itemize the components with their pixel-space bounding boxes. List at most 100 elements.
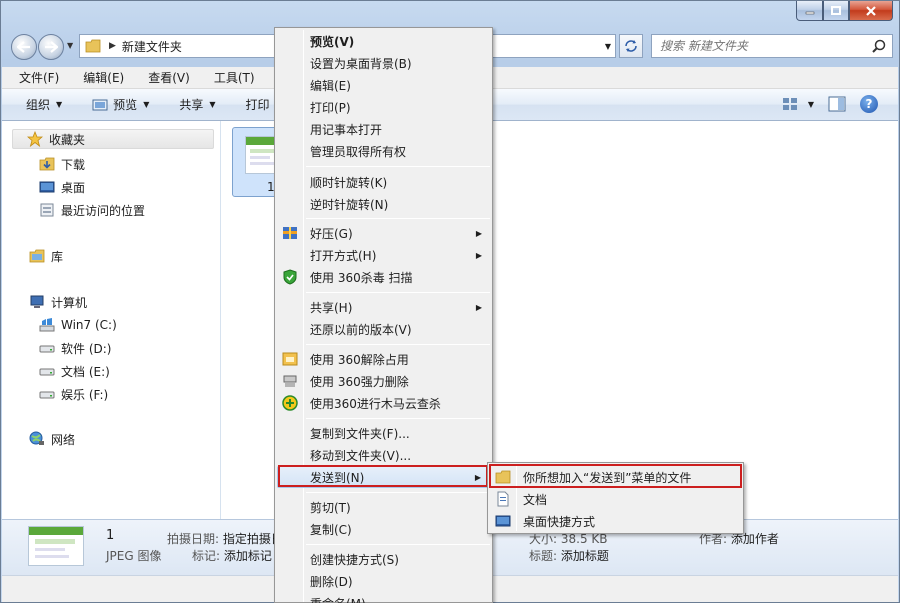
nav-drive-d-label: 软件 (D:) — [61, 341, 112, 356]
menu-item-360-scan[interactable]: 使用 360杀毒 扫描 — [277, 266, 490, 288]
menu-item-label: 顺时针旋转(K) — [310, 175, 388, 190]
menu-item-label: 设置为桌面背景(B) — [310, 56, 412, 71]
recent-pages-dropdown[interactable]: ▼ — [67, 41, 73, 50]
menu-item-take-ownership[interactable]: 管理员取得所有权 — [277, 140, 490, 162]
nav-computer[interactable]: 计算机 — [29, 292, 87, 312]
recent-places-icon — [39, 202, 55, 218]
menu-item-label: 使用 360杀毒 扫描 — [310, 270, 413, 285]
menu-view[interactable]: 查看(V) — [130, 69, 196, 86]
nav-recent[interactable]: 最近访问的位置 — [39, 200, 145, 220]
menu-item-move-to-folder[interactable]: 移动到文件夹(V)... — [277, 444, 490, 466]
menu-item-360-trojan-scan[interactable]: 使用360进行木马云查杀 — [277, 392, 490, 414]
menu-item-cut[interactable]: 剪切(T) — [277, 496, 490, 518]
system-drive-icon — [39, 317, 55, 333]
menu-item-delete[interactable]: 删除(D) — [277, 570, 490, 592]
menu-item-360-unlock[interactable]: 使用 360解除占用 — [277, 348, 490, 370]
submenu-item-label: 文档 — [523, 492, 548, 507]
nav-favorites[interactable]: 收藏夹 — [12, 129, 214, 149]
organize-label: 组织 — [26, 98, 51, 112]
desktop-icon — [39, 179, 55, 195]
menu-item-360-force-delete[interactable]: 使用 360强力删除 — [277, 370, 490, 392]
haozip-icon — [283, 227, 297, 239]
nav-drive-e-label: 文档 (E:) — [61, 364, 110, 379]
minimize-icon — [805, 11, 814, 14]
address-dropdown-icon[interactable]: ▼ — [605, 42, 611, 51]
print-button[interactable]: 打印 — [246, 96, 270, 113]
menu-item-haozip[interactable]: 好压(G) ▶ — [277, 222, 490, 244]
breadcrumb-current[interactable]: 新建文件夹 — [122, 38, 182, 55]
back-arrow-icon — [17, 41, 30, 53]
nav-drive-e[interactable]: 文档 (E:) — [39, 361, 110, 381]
nav-drive-d[interactable]: 软件 (D:) — [39, 338, 111, 358]
caption-buttons — [796, 1, 893, 21]
refresh-button[interactable] — [619, 34, 643, 58]
nav-libraries[interactable]: 库 — [29, 246, 63, 266]
menu-item-preview[interactable]: 预览(V) — [277, 30, 490, 52]
preview-button[interactable]: 预览 ▼ — [92, 96, 149, 113]
change-view-button[interactable]: ▼ — [782, 97, 814, 111]
submenu-item-desktop-shortcut[interactable]: 桌面快捷方式 — [490, 510, 741, 532]
shield-icon — [283, 269, 297, 285]
view-grid-icon — [782, 98, 797, 110]
share-button[interactable]: 共享 ▼ — [179, 96, 215, 113]
close-button[interactable] — [849, 1, 893, 21]
menu-tools[interactable]: 工具(T) — [196, 69, 261, 86]
maximize-button[interactable] — [823, 1, 849, 21]
details-title-key: 标题: — [529, 549, 558, 563]
menu-item-print[interactable]: 打印(P) — [277, 96, 490, 118]
submenu-item-documents[interactable]: 文档 — [490, 488, 741, 510]
nav-computer-label: 计算机 — [51, 295, 88, 310]
menu-item-open-with[interactable]: 打开方式(H) ▶ — [277, 244, 490, 266]
search-input[interactable] — [660, 39, 870, 53]
menu-item-label: 创建快捷方式(S) — [310, 552, 399, 567]
menu-item-restore-versions[interactable]: 还原以前的版本(V) — [277, 318, 490, 340]
forward-button[interactable] — [38, 34, 64, 60]
nav-drive-f[interactable]: 娱乐 (F:) — [39, 384, 108, 404]
breadcrumb-separator-icon[interactable]: ▶ — [109, 41, 116, 51]
help-icon[interactable]: ? — [860, 95, 878, 113]
menu-item-create-shortcut[interactable]: 创建快捷方式(S) — [277, 548, 490, 570]
details-title-value[interactable]: 添加标题 — [561, 549, 609, 563]
menu-item-set-background[interactable]: 设置为桌面背景(B) — [277, 52, 490, 74]
nav-network[interactable]: 网络 — [29, 429, 75, 449]
drive-icon — [39, 340, 55, 356]
menu-item-label: 使用 360强力删除 — [310, 374, 409, 389]
back-button[interactable] — [11, 34, 37, 60]
submenu-arrow-icon: ▶ — [475, 302, 482, 312]
share-label: 共享 — [179, 98, 204, 112]
nav-favorites-label: 收藏夹 — [49, 132, 86, 147]
nav-desktop[interactable]: 桌面 — [39, 177, 85, 197]
menu-item-rotate-cw[interactable]: 顺时针旋转(K) — [277, 171, 490, 193]
menu-item-label: 好压(G) — [310, 226, 353, 241]
chevron-down-icon: ▼ — [807, 99, 814, 109]
menu-item-rename[interactable]: 重命名(M) — [277, 592, 490, 603]
menu-item-rotate-ccw[interactable]: 逆时针旋转(N) — [277, 193, 490, 215]
menu-item-open-notepad[interactable]: 用记事本打开 — [277, 118, 490, 140]
drive-icon — [39, 363, 55, 379]
nav-drive-c[interactable]: Win7 (C:) — [39, 315, 117, 335]
libraries-icon — [29, 248, 45, 264]
menu-item-label: 打开方式(H) — [310, 248, 377, 263]
minimize-button[interactable] — [796, 1, 823, 21]
menu-item-edit[interactable]: 编辑(E) — [277, 74, 490, 96]
menu-item-label: 打印(P) — [310, 100, 351, 115]
menu-item-copy[interactable]: 复制(C) — [277, 518, 490, 540]
search-box[interactable] — [651, 34, 893, 58]
menu-item-share[interactable]: 共享(H) ▶ — [277, 296, 490, 318]
submenu-item-label: 桌面快捷方式 — [523, 514, 596, 529]
close-icon — [866, 5, 876, 16]
forward-arrow-icon — [45, 41, 58, 53]
maximize-icon — [831, 6, 841, 15]
nav-libraries-label: 库 — [51, 249, 64, 264]
menu-edit[interactable]: 编辑(E) — [65, 69, 130, 86]
nav-downloads[interactable]: 下载 — [39, 154, 85, 174]
organize-button[interactable]: 组织 ▼ — [26, 96, 62, 113]
desktop-icon — [495, 515, 511, 527]
menu-item-copy-to-folder[interactable]: 复制到文件夹(F)... — [277, 422, 490, 444]
search-icon[interactable] — [872, 39, 886, 53]
details-tags-value[interactable]: 添加标记 — [224, 549, 272, 563]
menu-item-label: 还原以前的版本(V) — [310, 322, 412, 337]
menu-file[interactable]: 文件(F) — [2, 69, 65, 86]
details-author-value[interactable]: 添加作者 — [731, 532, 779, 546]
preview-pane-icon[interactable] — [828, 96, 846, 112]
